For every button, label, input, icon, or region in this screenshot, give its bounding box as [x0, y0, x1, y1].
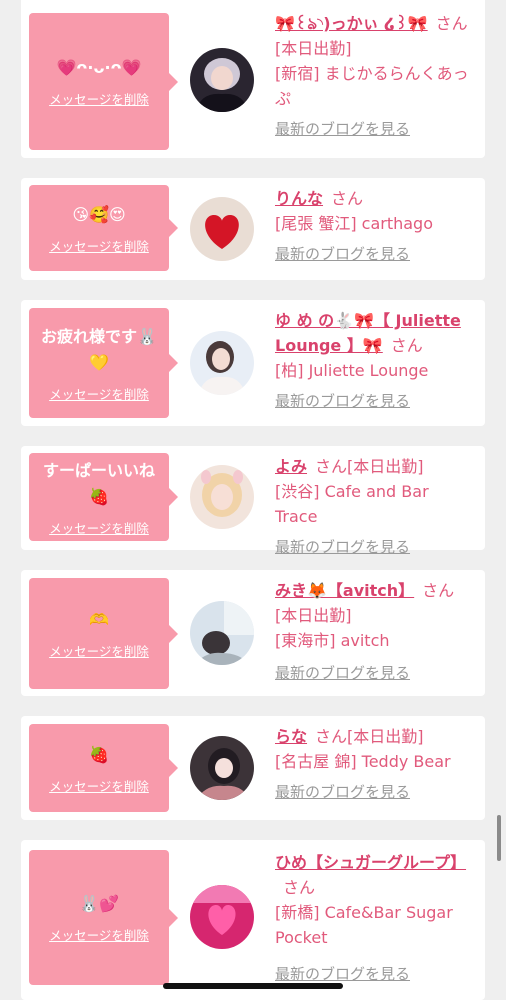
message-list: 💗ᴖ·ᴗ·ᴖ💗 メッセージを削除 🎀꒰ঌ◝)っかぃ ໒꒱🎀 さん [本日出勤] [… — [0, 0, 506, 1000]
cast-photo-avatar-icon — [190, 331, 254, 395]
message-card: 🍓 メッセージを削除 らな さん[本日出勤] [名古屋 錦] Teddy Bear… — [21, 716, 485, 820]
message-bubble: 💗ᴖ·ᴗ·ᴖ💗 メッセージを削除 — [29, 13, 178, 150]
cast-name-link[interactable]: 🎀꒰ঌ◝)っかぃ ໒꒱🎀 — [275, 14, 428, 33]
cast-info: ひめ【シュガーグループ】さん [新橋] Cafe&Bar Sugar Pocke… — [275, 850, 471, 987]
cast-name-link[interactable]: ひめ【シュガーグループ】 — [275, 853, 466, 872]
message-card: 💗ᴖ·ᴗ·ᴖ💗 メッセージを削除 🎀꒰ঌ◝)っかぃ ໒꒱🎀 さん [本日出勤] [… — [21, 0, 485, 158]
message-bubble: 😘🥰😍 メッセージを削除 — [29, 185, 178, 271]
message-card: すーぱーいいね🍓 メッセージを削除 よみ さん[本日出勤] [渋谷] Cafe a… — [21, 446, 485, 556]
delete-message-link[interactable]: メッセージを削除 — [49, 518, 149, 537]
message-bubble: 🫶 メッセージを削除 — [29, 578, 178, 689]
message-text: 😘🥰😍 — [72, 204, 126, 224]
san-label: さん — [390, 336, 423, 355]
cast-name-link[interactable]: みき🦊【avitch】 — [275, 581, 414, 600]
cast-photo-avatar-icon — [190, 465, 254, 529]
message-card: お疲れ様です🐰💛 メッセージを削除 ゆ め の🐇🎀【 Juliette Loun… — [21, 300, 485, 426]
view-blog-link[interactable]: 最新のブログを見る — [275, 780, 471, 805]
message-text: 🫶 — [89, 610, 109, 629]
status-label: [本日出勤] — [347, 457, 424, 476]
message-bubble: お疲れ様です🐰💛 メッセージを削除 — [29, 308, 178, 418]
shop-label: [名古屋 錦] Teddy Bear — [275, 752, 451, 771]
shop-label: [新宿] まじかるらんくあっぷ — [275, 64, 469, 108]
view-blog-link[interactable]: 最新のブログを見る — [275, 535, 471, 560]
cast-info: みき🦊【avitch】 さん [本日出勤] [東海市] avitch 最新のブログ… — [275, 578, 471, 686]
scrollbar[interactable] — [497, 815, 501, 861]
san-label: さん — [422, 581, 455, 600]
cast-name-link[interactable]: よみ — [275, 457, 307, 476]
delete-message-link[interactable]: メッセージを削除 — [49, 641, 149, 660]
san-label: さん — [331, 189, 364, 208]
cast-avatar[interactable] — [190, 197, 254, 261]
cast-info: りんな さん [尾張 蟹江] carthago 最新のブログを見る — [275, 186, 471, 267]
message-text: 💗ᴖ·ᴗ·ᴖ💗 — [56, 58, 142, 77]
view-blog-link[interactable]: 最新のブログを見る — [275, 661, 471, 686]
shop-label: [渋谷] Cafe and Bar Trace — [275, 482, 429, 526]
message-bubble: すーぱーいいね🍓 メッセージを削除 — [29, 453, 178, 541]
view-blog-link[interactable]: 最新のブログを見る — [275, 242, 471, 267]
heart-avatar-icon — [190, 197, 254, 261]
status-label: [本日出勤] — [275, 606, 352, 625]
delete-message-link[interactable]: メッセージを削除 — [49, 89, 149, 108]
cast-info: ゆ め の🐇🎀【 Juliette Lounge 】🎀 さん [柏] Juliet… — [275, 308, 471, 414]
cast-avatar[interactable] — [190, 48, 254, 112]
san-label: さん — [283, 878, 316, 897]
view-blog-link[interactable]: 最新のブログを見る — [275, 117, 471, 142]
san-label: さん — [315, 727, 348, 746]
message-bubble: 🍓 メッセージを削除 — [29, 724, 178, 812]
san-label: さん — [435, 14, 468, 33]
shop-label: [新橋] Cafe&Bar Sugar Pocket — [275, 903, 453, 947]
cast-avatar[interactable] — [190, 465, 254, 529]
delete-message-link[interactable]: メッセージを削除 — [49, 925, 149, 944]
heart-avatar-icon — [190, 885, 254, 949]
cast-info: よみ さん[本日出勤] [渋谷] Cafe and Bar Trace 最新のブロ… — [275, 454, 471, 560]
san-label: さん — [315, 457, 348, 476]
delete-message-link[interactable]: メッセージを削除 — [49, 384, 149, 403]
cast-name-link[interactable]: ゆ め の🐇🎀【 Juliette Lounge 】🎀 — [275, 311, 461, 355]
cast-name-link[interactable]: らな — [275, 727, 307, 746]
cast-name-link[interactable]: りんな — [275, 189, 323, 208]
view-blog-link[interactable]: 最新のブログを見る — [275, 389, 471, 414]
cast-avatar[interactable] — [190, 601, 254, 665]
cast-avatar[interactable] — [190, 736, 254, 800]
status-label: [本日出勤] — [347, 727, 424, 746]
cast-photo-avatar-icon — [190, 601, 254, 665]
cast-avatar[interactable] — [190, 331, 254, 395]
shop-label: [尾張 蟹江] carthago — [275, 214, 434, 233]
message-bubble: 🐰💕 メッセージを削除 — [29, 850, 178, 985]
delete-message-link[interactable]: メッセージを削除 — [49, 776, 149, 795]
message-text: 🍓 — [89, 744, 109, 764]
home-indicator[interactable] — [163, 983, 343, 989]
cast-info: 🎀꒰ঌ◝)っかぃ ໒꒱🎀 さん [本日出勤] [新宿] まじかるらんくあっぷ 最新… — [275, 11, 471, 142]
status-label: [本日出勤] — [275, 39, 352, 58]
message-text: すーぱーいいね🍓 — [42, 460, 155, 506]
cast-photo-avatar-icon — [190, 736, 254, 800]
message-text: 🐰💕 — [79, 894, 119, 913]
message-card: 😘🥰😍 メッセージを削除 りんな さん [尾張 蟹江] carthago 最新のブ… — [21, 178, 485, 280]
cast-info: らな さん[本日出勤] [名古屋 錦] Teddy Bear 最新のブログを見る — [275, 724, 471, 805]
delete-message-link[interactable]: メッセージを削除 — [49, 236, 149, 255]
message-card: 🐰💕 メッセージを削除 ひめ【シュガーグループ】さん [新橋] Cafe&Bar… — [21, 840, 485, 1000]
shop-label: [柏] Juliette Lounge — [275, 361, 429, 380]
cast-avatar[interactable] — [190, 885, 254, 949]
shop-label: [東海市] avitch — [275, 631, 390, 650]
message-card: 🫶 メッセージを削除 みき🦊【avitch】 さん [本日出勤] [東海市] av… — [21, 570, 485, 696]
cast-photo-avatar-icon — [190, 48, 254, 112]
message-text: お疲れ様です🐰💛 — [41, 326, 157, 372]
